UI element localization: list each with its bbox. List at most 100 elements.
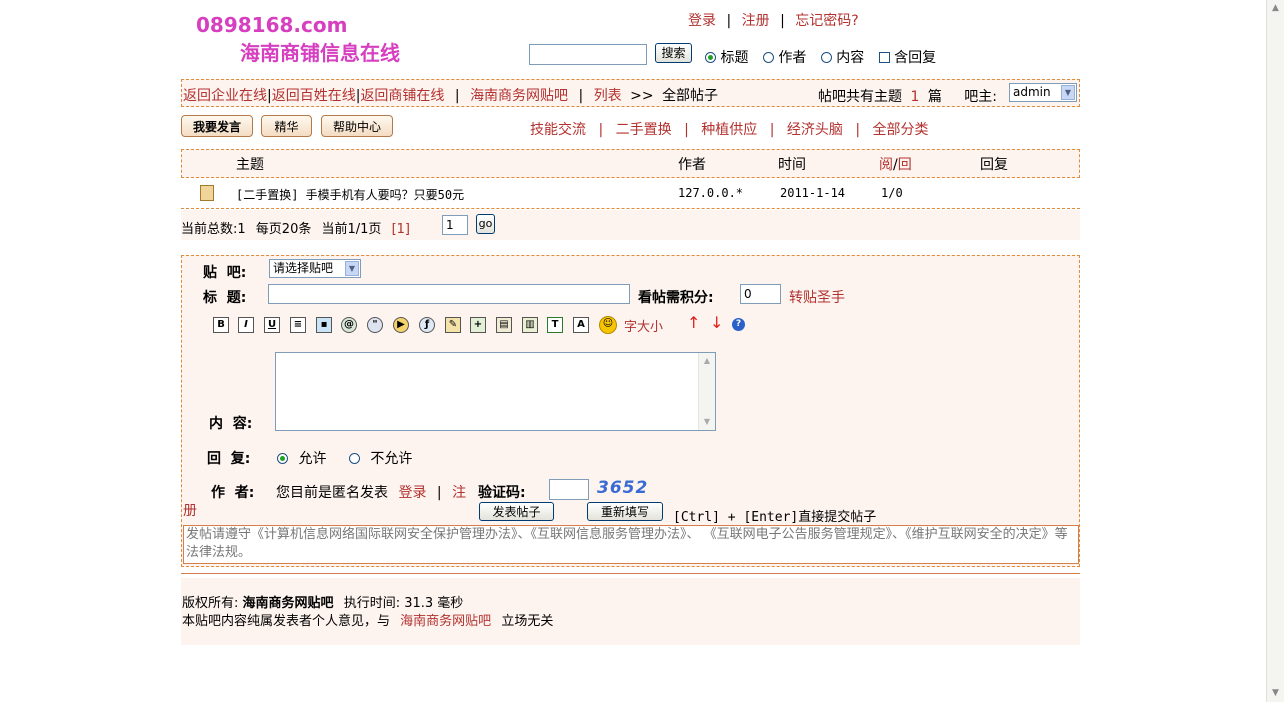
- media-play-icon[interactable]: ▶: [393, 317, 409, 333]
- footer-divider: [181, 573, 1080, 574]
- radio-author[interactable]: [762, 52, 774, 63]
- scroll-up-icon[interactable]: ▲: [700, 354, 714, 368]
- textarea-scrollbar[interactable]: ▲ ▼: [698, 353, 715, 430]
- font-size-link[interactable]: 字大小: [624, 316, 663, 335]
- go-button[interactable]: go: [476, 214, 495, 234]
- scroll-down-icon[interactable]: ▼: [700, 415, 714, 429]
- topic-count: 1: [910, 89, 920, 105]
- search-options: 标题 作者 内容 含回复: [705, 47, 936, 67]
- content-textarea[interactable]: ▲ ▼: [275, 352, 716, 431]
- breadcrumb-shops[interactable]: 返回商铺在线: [360, 88, 444, 104]
- breadcrumb-enterprise[interactable]: 返回企业在线: [183, 88, 267, 104]
- title-input[interactable]: [268, 284, 630, 304]
- title-label: 标 题:: [203, 290, 247, 306]
- table-header: [181, 149, 1080, 178]
- footer-copyright: 版权所有: 海南商务网贴吧 执行时间: 31.3 毫秒: [182, 596, 464, 611]
- captcha-label: 验证码:: [478, 485, 526, 501]
- register-link[interactable]: 注册: [742, 13, 770, 29]
- reply-disallow-radio[interactable]: [348, 453, 360, 464]
- owner-select[interactable]: admin ▼: [1009, 83, 1077, 102]
- author-login-link[interactable]: 登录: [398, 485, 426, 501]
- table-row: [二手置换] 手模手机有人要吗？只要50元 127.0.0.* 2011-1-1…: [181, 178, 1080, 209]
- submit-post-button[interactable]: 发表帖子: [479, 502, 554, 521]
- author-register-link-cont[interactable]: 册: [183, 500, 197, 520]
- page-scrollbar[interactable]: ▲ ▼: [1266, 0, 1284, 702]
- category-skills[interactable]: 技能交流: [530, 122, 586, 138]
- category-nav: 技能交流 | 二手置换 | 种植供应 | 经济头脑 | 全部分类: [530, 122, 929, 138]
- shortcut-hint: [Ctrl] + [Enter]直接提交帖子: [673, 510, 877, 525]
- post-button[interactable]: 我要发言: [181, 115, 253, 137]
- total-count: 当前总数:1: [181, 222, 246, 237]
- login-link[interactable]: 登录: [688, 13, 716, 29]
- header-author: 作者: [678, 157, 706, 173]
- header-reads: 阅/回: [879, 157, 912, 173]
- topic-author: 127.0.0.*: [678, 186, 744, 200]
- edit-icon[interactable]: ✎: [445, 317, 461, 333]
- reply-label: 回 复:: [207, 451, 251, 467]
- breadcrumb-forum[interactable]: 海南商务网贴吧: [470, 88, 568, 104]
- arrow-down-icon[interactable]: ↓: [710, 313, 723, 332]
- repost-link[interactable]: 转贴圣手: [789, 287, 845, 307]
- category-planting[interactable]: 种植供应: [701, 122, 757, 138]
- breadcrumb-current: 全部帖子: [662, 88, 719, 104]
- forum-info: 帖吧共有主题 1 篇 吧主:: [818, 89, 997, 105]
- search-input[interactable]: [529, 44, 647, 65]
- points-label: 看帖需积分:: [638, 290, 714, 306]
- reply-allow-radio[interactable]: [277, 453, 288, 464]
- copy-icon[interactable]: ▥: [522, 317, 538, 333]
- italic-icon[interactable]: I: [238, 317, 254, 333]
- radio-title[interactable]: [705, 52, 716, 63]
- page-input[interactable]: 1: [442, 215, 468, 235]
- help-icon[interactable]: ?: [732, 318, 745, 331]
- bar-select[interactable]: 请选择贴吧 ▼: [269, 259, 361, 278]
- include-reply-checkbox[interactable]: [878, 52, 890, 63]
- header-reply: 回复: [980, 157, 1008, 173]
- font-color-icon[interactable]: A: [573, 317, 589, 333]
- author-text: 您目前是匿名发表: [276, 485, 388, 501]
- category-secondhand[interactable]: 二手置换: [616, 122, 672, 138]
- captcha-input[interactable]: [549, 479, 589, 500]
- reply-disallow-label: 不允许: [370, 451, 413, 467]
- search-button[interactable]: 搜索: [655, 43, 692, 63]
- arrow-up-icon[interactable]: ↑: [687, 313, 700, 332]
- radio-content[interactable]: [820, 52, 832, 63]
- paste-icon[interactable]: ▤: [496, 317, 512, 333]
- flash-icon[interactable]: ƒ: [419, 317, 435, 333]
- help-button[interactable]: 帮助中心: [321, 115, 393, 137]
- topic-icon: [200, 185, 214, 201]
- category-economy[interactable]: 经济头脑: [787, 122, 843, 138]
- footer-disclaimer: 本贴吧内容纯属发表者个人意见，与 海南商务网贴吧 立场无关: [182, 614, 554, 629]
- featured-button[interactable]: 精华: [261, 115, 312, 137]
- opt-include-reply-label: 含回复: [894, 50, 937, 66]
- author-register-link[interactable]: 注: [452, 485, 466, 501]
- reset-button[interactable]: 重新填写: [587, 502, 663, 521]
- reply-allow-label: 允许: [298, 451, 327, 467]
- table-icon[interactable]: T: [547, 317, 563, 333]
- quote-icon[interactable]: ": [367, 317, 383, 333]
- topic-reads: 1/0: [881, 186, 903, 200]
- image-icon[interactable]: ▪: [316, 317, 332, 333]
- topic-time: 2011-1-14: [780, 186, 846, 200]
- forgot-password-link[interactable]: 忘记密码?: [795, 13, 858, 29]
- exec-time: 执行时间: 31.3 毫秒: [343, 596, 464, 611]
- email-icon[interactable]: @: [341, 317, 357, 333]
- page-link-1[interactable]: [1]: [392, 222, 410, 237]
- breadcrumb-list[interactable]: 列表: [594, 88, 622, 104]
- smiley-icon[interactable]: ☺: [599, 316, 617, 334]
- copyright-owner: 海南商务网贴吧: [242, 596, 334, 611]
- insert-icon[interactable]: +: [470, 317, 486, 333]
- disclaimer-forum-link[interactable]: 海南商务网贴吧: [400, 614, 491, 629]
- topic-subject-link[interactable]: [二手置换] 手模手机有人要吗？只要50元: [236, 186, 464, 203]
- top-links: 登录 | 注册 | 忘记密码?: [688, 10, 859, 30]
- underline-icon[interactable]: U: [264, 317, 280, 333]
- category-all[interactable]: 全部分类: [873, 122, 929, 138]
- bold-icon[interactable]: B: [213, 317, 229, 333]
- author-label: 作 者:: [211, 485, 255, 501]
- align-center-icon[interactable]: ≡: [290, 317, 306, 333]
- author-info: 您目前是匿名发表 登录 | 注: [276, 485, 467, 501]
- points-input[interactable]: 0: [740, 284, 781, 304]
- chevron-down-icon: ▼: [345, 261, 359, 276]
- scroll-up-icon[interactable]: ▲: [1268, 1, 1283, 16]
- scroll-down-icon[interactable]: ▼: [1268, 686, 1283, 701]
- breadcrumb-people[interactable]: 返回百姓在线: [272, 88, 356, 104]
